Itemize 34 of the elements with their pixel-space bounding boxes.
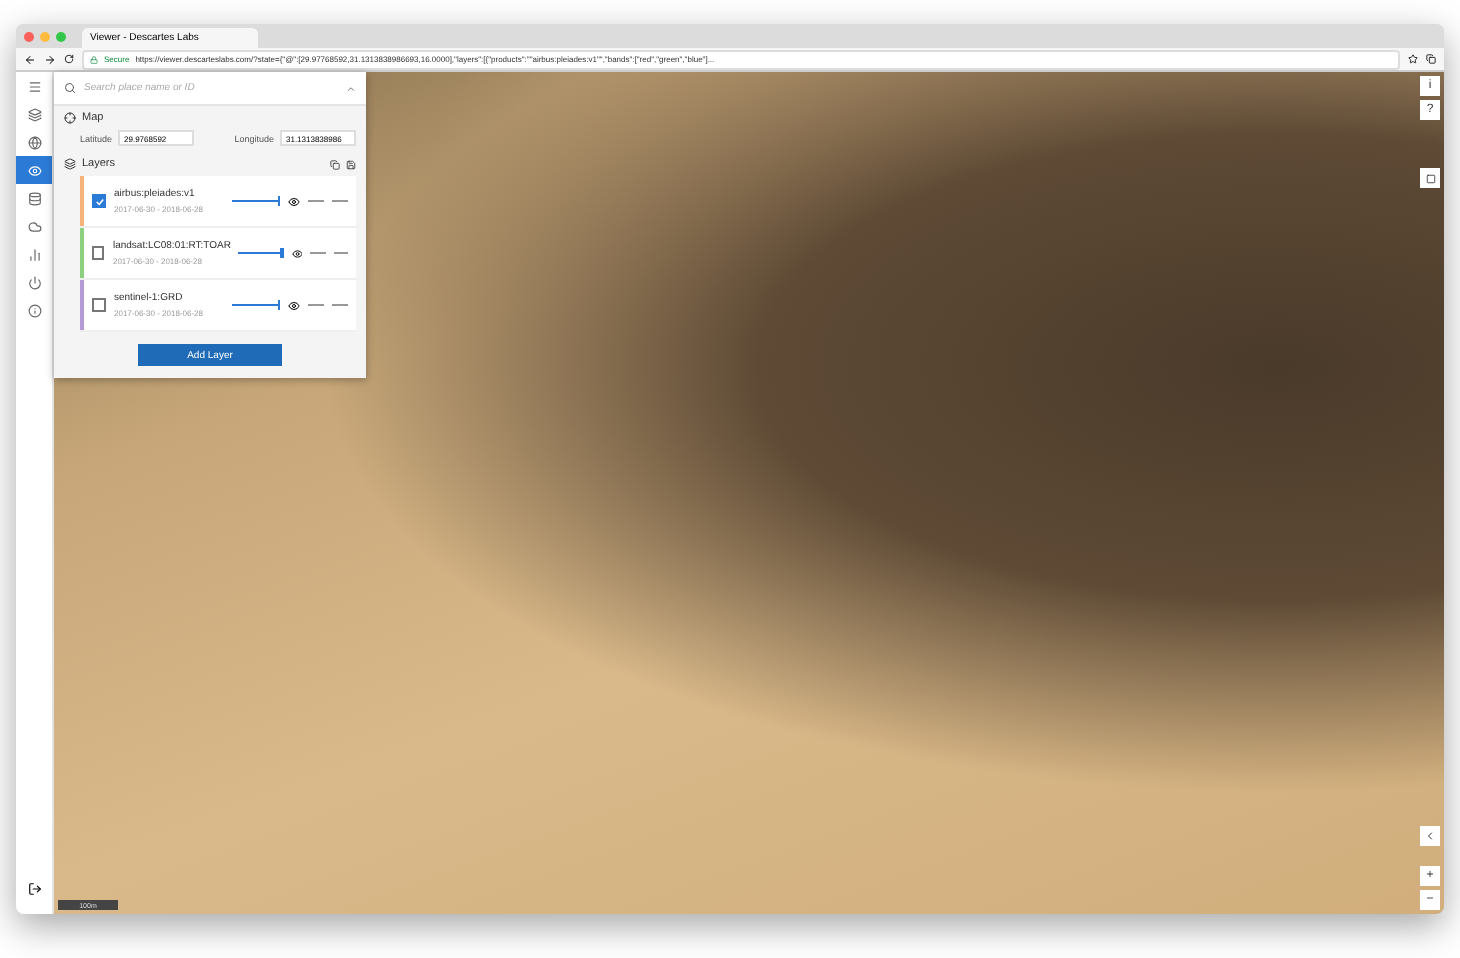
eye-icon: [288, 195, 300, 207]
basemap-button[interactable]: [1420, 168, 1440, 188]
power-icon: [27, 275, 41, 289]
layers-icon: [27, 107, 41, 121]
eye-rail-button[interactable]: [16, 156, 52, 184]
layer-checkbox[interactable]: [92, 194, 106, 208]
collapse-button[interactable]: [1420, 826, 1440, 846]
satellite-map[interactable]: [54, 72, 1444, 914]
chart-icon: [27, 247, 41, 261]
chevron-left-icon: [1424, 830, 1436, 842]
chevron-up-icon: [346, 83, 356, 93]
extension-icon: [1426, 54, 1436, 64]
lock-icon: [90, 55, 98, 63]
eye-icon: [288, 299, 300, 311]
layer-checkbox[interactable]: [91, 246, 105, 260]
search-icon: [64, 82, 76, 94]
globe-icon: [27, 135, 41, 149]
save-icon: [346, 159, 356, 169]
layers-icon: [64, 158, 76, 170]
logout-icon: [27, 882, 41, 896]
menu-icon: [27, 79, 41, 93]
eye-icon: [27, 163, 41, 177]
star-icon: [1408, 54, 1418, 64]
cloud-icon: [27, 219, 41, 233]
info-icon: [27, 303, 41, 317]
square-icon: [1425, 173, 1435, 183]
reload-icon: [64, 54, 74, 64]
forward-icon: [44, 53, 56, 65]
copy-icon: [330, 159, 340, 169]
eye-icon: [291, 247, 303, 259]
layer-checkbox[interactable]: [92, 298, 106, 312]
database-icon: [27, 191, 41, 205]
crosshair-icon: [64, 112, 76, 124]
back-icon: [24, 53, 36, 65]
